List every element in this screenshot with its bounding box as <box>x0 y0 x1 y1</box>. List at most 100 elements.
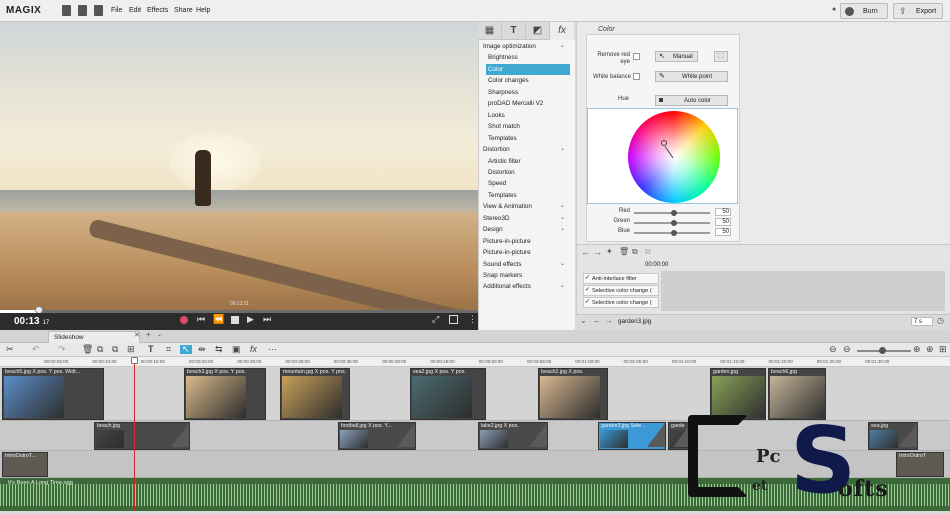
more-tools-icon[interactable]: ⋯ <box>268 345 277 354</box>
green-value[interactable]: 50 <box>715 218 731 226</box>
menu-help[interactable]: Help <box>196 7 210 14</box>
next-icon[interactable]: → <box>605 316 613 325</box>
menu-share[interactable]: Share <box>174 7 193 14</box>
blue-value[interactable]: 50 <box>715 228 731 236</box>
effects-item[interactable]: Brightness <box>486 52 570 63</box>
overlay-clip[interactable]: garden3.jpg Sele... <box>598 422 666 450</box>
duration-field[interactable]: 7 s <box>911 317 933 326</box>
rewind-icon[interactable]: ⏪ <box>213 315 224 324</box>
keyframe-row[interactable]: Selective color change ( <box>583 285 659 296</box>
effects-item[interactable]: Color <box>486 63 570 75</box>
title-tool-icon[interactable]: T <box>148 345 154 354</box>
insert-icon[interactable]: ⊞ <box>127 345 135 354</box>
effects-item[interactable]: Sharpness <box>486 87 570 98</box>
chevron-down-icon[interactable]: ⌄ <box>560 281 565 292</box>
red-slider-handle[interactable] <box>671 210 677 216</box>
playhead-handle[interactable] <box>131 357 138 364</box>
prev-icon[interactable]: ← <box>593 316 601 325</box>
zoom-out-icon[interactable]: ⊖ <box>829 345 837 354</box>
red-value[interactable]: 50 <box>715 208 731 216</box>
effects-item[interactable]: proDAD Mercalli V2 <box>486 98 570 109</box>
effects-category[interactable]: Picture-in-picture <box>481 247 569 258</box>
timeline-settings-icon[interactable]: ⊞ <box>939 345 947 354</box>
overlay-clip[interactable]: sea.jpg <box>868 422 918 450</box>
fx-icon[interactable]: fx <box>250 345 257 354</box>
blue-slider-handle[interactable] <box>671 230 677 236</box>
pointer-tool-icon[interactable]: ↖ <box>180 345 192 354</box>
more-options-icon[interactable]: ⋮ <box>468 315 477 324</box>
chevron-down-icon[interactable]: ⌄ <box>560 41 565 52</box>
effects-item[interactable]: Distortion <box>486 167 570 178</box>
add-tab-icon[interactable]: + <box>146 330 151 339</box>
export-button[interactable]: ⇪ Export <box>893 3 943 19</box>
effects-item[interactable]: Looks <box>486 110 570 121</box>
tab-slideshow[interactable]: Slideshow <box>48 331 140 343</box>
add-keyframe-icon[interactable]: ✦ <box>606 247 613 256</box>
delete-icon[interactable]: 🗑 <box>619 247 629 256</box>
collapse-down-icon[interactable]: ⌄ <box>580 316 587 325</box>
grid-icon[interactable]: ▦ <box>478 22 502 40</box>
zoom-in-icon[interactable]: ⊕ <box>913 345 921 354</box>
crop-icon[interactable]: ⌗ <box>166 345 171 354</box>
manual-button[interactable]: ↖ Manual <box>655 51 698 62</box>
keyframe-row[interactable]: Anti-interlace filter <box>583 273 659 284</box>
chevron-down-icon[interactable]: ⌄ <box>560 201 565 212</box>
burn-button[interactable]: Burn <box>840 3 888 19</box>
tab-dropdown-icon[interactable]: ⌄ <box>157 331 162 338</box>
skip-forward-icon[interactable]: ⏭ <box>263 315 271 324</box>
remove-red-eye-checkbox[interactable] <box>633 53 640 60</box>
effects-category[interactable]: Image optimization ⌄ <box>481 41 569 52</box>
fullscreen-icon[interactable]: ⤢ <box>432 315 439 324</box>
video-clip[interactable]: beach3.jpg X pos. Y pos. <box>184 368 266 420</box>
split-icon[interactable]: ⇆ <box>215 345 223 354</box>
fx-icon[interactable]: fx <box>550 22 574 40</box>
overlay-clip[interactable]: football.jpg X pos. Y... <box>338 422 416 450</box>
effects-category[interactable]: Picture-in-picture <box>481 236 569 247</box>
effects-item[interactable]: Templates <box>486 190 570 201</box>
clock-icon[interactable]: ◷ <box>937 316 944 325</box>
fit-icon[interactable]: ⊕ <box>926 345 934 354</box>
effects-item[interactable]: Color changes <box>486 75 570 86</box>
overlay-clip[interactable]: lake2.jpg X pos. <box>478 422 548 450</box>
wheel-handle[interactable] <box>661 140 667 146</box>
green-slider-handle[interactable] <box>671 220 677 226</box>
effects-category[interactable]: Additional effects ⌄ <box>481 281 569 292</box>
effects-category[interactable]: Snap markers <box>481 270 569 281</box>
chevron-down-icon[interactable]: ⌄ <box>560 144 565 155</box>
zoom-slider-handle[interactable] <box>879 347 886 354</box>
chevron-down-icon[interactable]: ⌄ <box>560 224 565 235</box>
open-file-icon[interactable] <box>78 5 87 16</box>
intro-clip-right[interactable]: IntroOutroT <box>896 452 944 477</box>
paste-icon[interactable]: ⧉ <box>112 345 118 354</box>
redo-icon[interactable]: ↷ <box>58 345 66 354</box>
play-icon[interactable]: ▶ <box>247 315 254 324</box>
playhead[interactable] <box>134 357 135 511</box>
cut-icon[interactable]: ✂ <box>6 345 14 354</box>
effects-item[interactable]: Shot match <box>486 121 570 132</box>
menu-file[interactable]: File <box>111 7 122 14</box>
white-point-button[interactable]: ✎ White point <box>655 71 728 82</box>
video-clip[interactable]: beach2.jpg X pos. <box>538 368 608 420</box>
auto-color-button[interactable]: ◙ Auto color <box>655 95 728 106</box>
undo-icon[interactable]: ↶ <box>32 345 40 354</box>
effects-category[interactable]: Stereo3D ⌄ <box>481 213 569 224</box>
paste-icon[interactable]: ⧉ <box>645 247 651 257</box>
copy-icon[interactable]: ⧉ <box>632 247 638 257</box>
ripple-icon[interactable]: ⇹ <box>198 345 206 354</box>
copy-icon[interactable]: ⧉ <box>97 345 103 354</box>
redo-icon[interactable]: → <box>593 247 602 257</box>
effects-item[interactable]: Artistic filter <box>486 156 570 167</box>
menu-effects[interactable]: Effects <box>147 7 168 14</box>
effects-category[interactable]: View & Animation ⌄ <box>481 201 569 212</box>
preview-mode-icon[interactable] <box>449 315 458 324</box>
effects-category[interactable]: Design ⌄ <box>481 224 569 235</box>
effects-item[interactable]: Speed <box>486 178 570 189</box>
skip-back-icon[interactable]: ⏮ <box>197 315 205 324</box>
keyframe-row[interactable]: Selective color change ( <box>583 297 659 308</box>
new-file-icon[interactable] <box>62 5 71 16</box>
chevron-down-icon[interactable]: ⌄ <box>560 259 565 270</box>
video-clip[interactable]: mountain.jpg X pos. Y pos. <box>280 368 350 420</box>
video-preview[interactable] <box>0 22 478 310</box>
effects-item[interactable]: Templates <box>486 133 570 144</box>
menu-edit[interactable]: Edit <box>129 7 141 14</box>
